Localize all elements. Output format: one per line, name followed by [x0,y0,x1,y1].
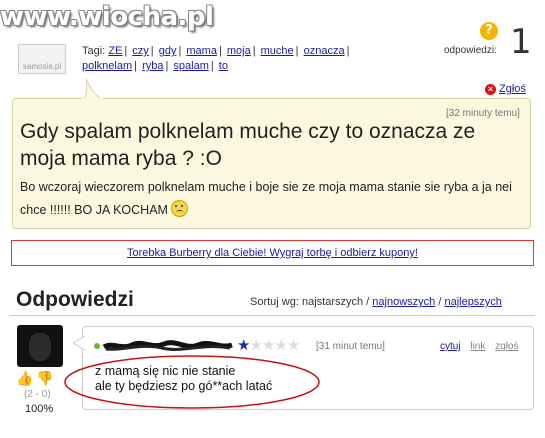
red-ellipse-annotation [64,355,320,409]
answer-time: [31 minut temu] [316,341,385,352]
worried-smiley-icon [170,200,188,217]
ad-banner: Torebka Burberry dla Ciebie! Wygraj torb… [11,240,534,266]
star-icon[interactable]: ★ [274,337,287,354]
tag-link[interactable]: oznacza [304,45,345,57]
tags-list: Tagi: ZE | czy | gdy | mama | moja | muche | o… [82,45,350,72]
sort-newest-link[interactable]: najnowszych [372,296,435,308]
sort-label: Sortuj wg: najstarszych / [250,296,370,308]
star-icon[interactable]: ★ [249,337,262,354]
answer-actions: cytuj link zgłoś [440,341,526,352]
thumbs-up-icon[interactable]: 👍 [16,370,33,387]
tag-link[interactable]: ZE [108,45,122,57]
tag-link[interactable]: polknelam [82,60,132,72]
tag-link[interactable]: gdy [159,45,177,57]
watermark: www.wiocha.pl [0,2,214,32]
thumbs-down-icon[interactable]: 👎 [36,370,53,387]
site-avatar-label: samosia.pl [22,62,62,71]
site-avatar: samosia.pl [18,44,66,74]
question-mark-icon: ? [480,22,498,40]
tag-link[interactable]: ryba [142,60,163,72]
star-icon[interactable]: ★ [237,337,250,354]
tag-link[interactable]: czy [132,45,149,57]
bubble-tail [83,78,103,100]
answer-avatar[interactable] [17,325,63,367]
report-link[interactable]: Zgłoś [499,83,526,95]
sort-best-link[interactable]: najlepszych [444,296,501,308]
username-redacted [102,340,233,351]
tags-label: Tagi: [82,45,106,57]
star-icon[interactable]: ★ [262,337,275,354]
tag-link[interactable]: moja [227,45,251,57]
answers-section-title: Odpowiedzi [16,288,134,311]
quote-link[interactable]: cytuj [440,341,461,352]
report-icon[interactable]: × [485,84,496,95]
vote-count: (2 - 0) [24,389,51,400]
online-status-icon [94,343,100,349]
section-divider [10,315,535,316]
tag-link[interactable]: spalam [173,60,208,72]
ad-link[interactable]: Torebka Burberry dla Ciebie! Wygraj torb… [127,247,418,259]
vote-percent: 100% [25,403,54,415]
permalink-link[interactable]: link [470,341,485,352]
sort-separator: / [438,296,442,308]
answers-count: 1 [510,22,532,62]
answers-count-label: odpowiedzi: [444,45,497,56]
answer-rating-stars[interactable]: ★★★★★ [237,336,300,354]
sort-options: Sortuj wg: najstarszych / najnowszych / … [250,296,502,308]
star-icon[interactable]: ★ [287,337,300,354]
tag-link[interactable]: mama [186,45,217,57]
question-title: Gdy spalam polknelam muche czy to oznacz… [20,120,476,170]
question-body: Bo wczoraj wieczorem polknelam muche i b… [20,176,530,222]
tag-link[interactable]: muche [261,45,294,57]
question-body-text: Bo wczoraj wieczorem polknelam muche i b… [20,180,512,217]
tag-link[interactable]: to [219,60,228,72]
answer-bubble-tail [73,336,85,350]
report-answer-link[interactable]: zgłoś [495,341,518,352]
